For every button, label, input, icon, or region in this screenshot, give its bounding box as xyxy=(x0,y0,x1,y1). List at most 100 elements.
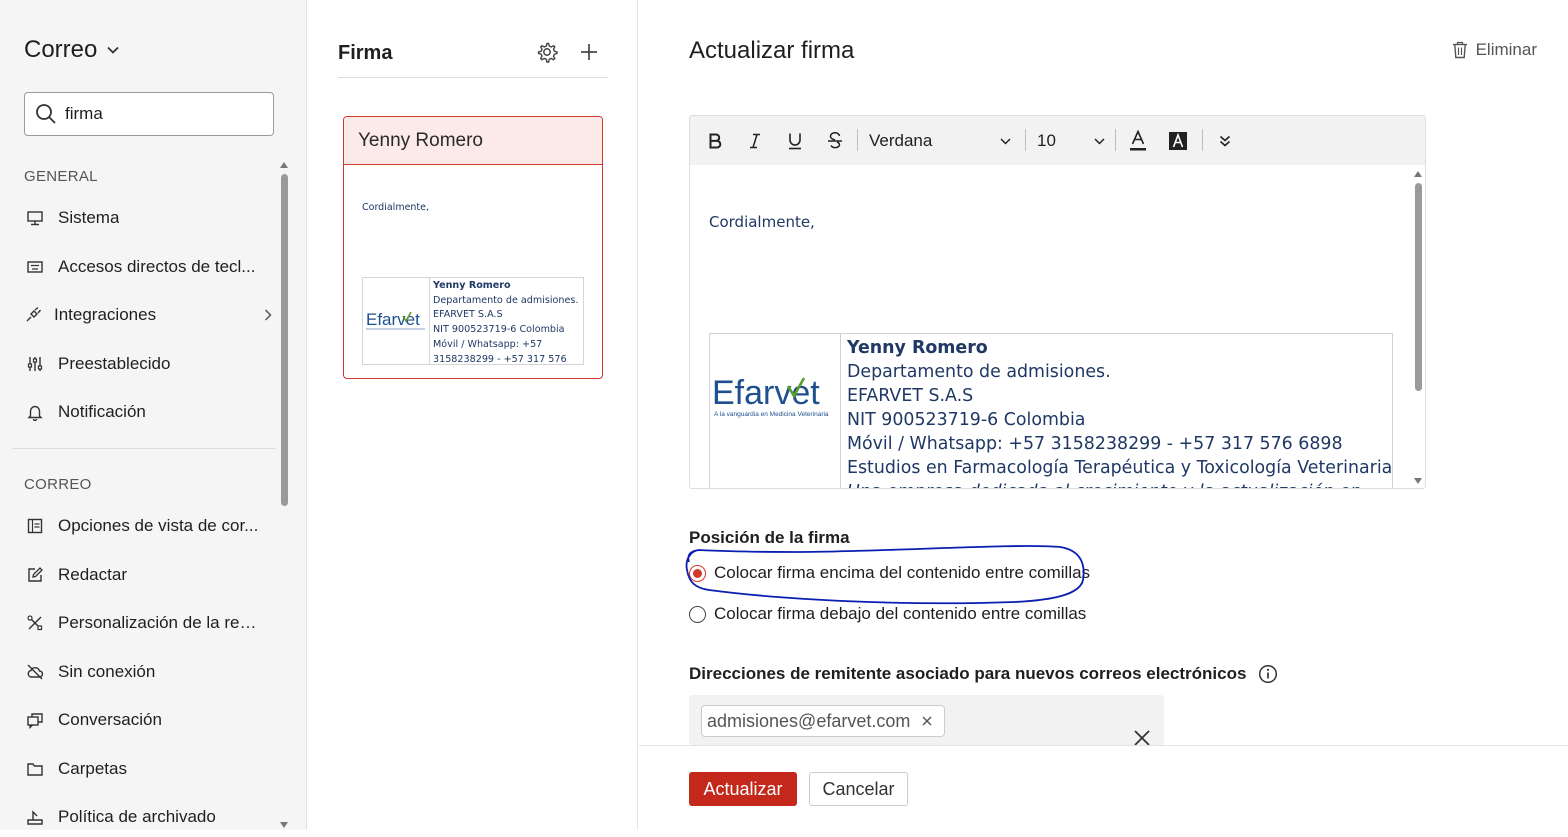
italic-button[interactable] xyxy=(742,128,768,154)
plug-icon xyxy=(24,304,42,326)
bold-button[interactable] xyxy=(702,128,728,154)
sidebar-item-integrations[interactable]: Integraciones xyxy=(24,295,274,335)
layout-icon xyxy=(24,515,46,537)
sig-line: EFARVET S.A.S xyxy=(847,386,974,406)
sidebar-item-label: Conversación xyxy=(58,710,162,729)
sidebar-item-label: Integraciones xyxy=(54,305,157,324)
editor-content-area[interactable]: Cordialmente, Efarvet A la vanguardia en… xyxy=(690,165,1414,488)
preview-sig-line: NIT 900523719-6 Colombia xyxy=(433,324,565,336)
preview-signature-block: Efarvet Yenny Romero Departamento de adm… xyxy=(362,277,584,365)
sender-address-chip[interactable]: admisiones@efarvet.com xyxy=(701,705,946,737)
signature-card[interactable]: Yenny Romero Cordialmente, Efarvet Yenny… xyxy=(343,116,603,379)
sidebar-item-offline[interactable]: Sin conexión xyxy=(24,652,274,692)
editor-signature-block: Efarvet A la vanguardia en Medicina Vete… xyxy=(709,333,1393,488)
sidebar-item-label: Redactar xyxy=(58,565,127,584)
sidebar-item-compose[interactable]: Redactar xyxy=(24,555,274,595)
logo-text: Efarvet xyxy=(366,310,420,329)
sidebar-item-notifications[interactable]: Notificación xyxy=(24,392,274,432)
sidebar-item-folders[interactable]: Carpetas xyxy=(24,749,274,789)
sidebar-item-label: Accesos directos de tecl... xyxy=(58,257,256,276)
search-input[interactable] xyxy=(65,104,255,124)
more-tools-button[interactable] xyxy=(1212,128,1238,154)
correo-section-header: CORREO xyxy=(24,476,92,493)
signature-card-preview: Cordialmente, Efarvet Yenny Romero Depar… xyxy=(344,165,602,378)
signature-list-panel: Firma Yenny Romero Cordialmente, Efarvet xyxy=(308,0,638,830)
signature-list-header: Firma xyxy=(338,36,608,78)
preview-sig-line: Yenny Romero xyxy=(433,280,511,291)
keyboard-icon xyxy=(24,256,46,278)
delete-label: Eliminar xyxy=(1475,40,1537,59)
sidebar-item-sistema[interactable]: Sistema xyxy=(24,198,274,238)
app-switcher[interactable]: Correo xyxy=(24,36,119,64)
sidebar-item-label: Notificación xyxy=(58,402,146,421)
strikethrough-button[interactable] xyxy=(822,128,848,154)
sidebar-item-conversation[interactable]: Conversación xyxy=(24,700,274,740)
monitor-icon xyxy=(24,207,46,229)
compose-icon xyxy=(24,564,46,586)
trash-icon xyxy=(1452,41,1468,59)
scrollbar-thumb[interactable] xyxy=(1415,183,1422,391)
gear-icon[interactable] xyxy=(536,41,558,63)
scroll-up-arrow-icon[interactable] xyxy=(1414,171,1422,177)
scroll-down-arrow-icon[interactable] xyxy=(280,822,288,828)
sig-line: Móvil / Whatsapp: +57 3158238299 - +57 3… xyxy=(847,434,1343,454)
chevron-right-icon xyxy=(264,309,272,321)
preview-sig-line: Móvil / Whatsapp: +57 xyxy=(433,338,543,350)
sender-addresses-field[interactable]: admisiones@efarvet.com xyxy=(689,695,1164,746)
sig-line: Departamento de admisiones. xyxy=(847,362,1111,382)
chevron-down-icon xyxy=(1094,137,1105,145)
sender-addresses-label: Direcciones de remitente asociado para n… xyxy=(689,664,1278,684)
signature-editor-panel: Actualizar firma Eliminar Verdana 10 Cor… xyxy=(639,0,1568,830)
sidebar-item-presets[interactable]: Preestablecido xyxy=(24,344,274,384)
efarvet-logo: Efarvet A la vanguardia en Medicina Vete… xyxy=(710,334,841,488)
folder-icon xyxy=(24,758,46,780)
toolbar-separator xyxy=(1115,129,1116,151)
signature-card-name: Yenny Romero xyxy=(344,117,602,165)
chevron-down-icon xyxy=(1000,137,1011,145)
delete-button[interactable]: Eliminar xyxy=(1452,40,1537,60)
sig-name: Yenny Romero xyxy=(847,338,988,358)
efarvet-logo: Efarvet xyxy=(363,278,430,364)
conversation-icon xyxy=(24,709,46,731)
settings-search[interactable] xyxy=(24,92,274,136)
font-family-select[interactable]: Verdana xyxy=(869,128,1011,154)
sidebar-item-shortcuts[interactable]: Accesos directos de tecl... xyxy=(24,247,274,287)
sidebar-item-label: Sistema xyxy=(58,208,120,227)
cancel-button[interactable]: Cancelar xyxy=(809,772,908,806)
toolbar-separator xyxy=(857,129,858,151)
bell-icon xyxy=(24,401,46,423)
settings-sidebar: Correo GENERAL Sistema Accesos directos … xyxy=(0,0,307,830)
highlight-color-button[interactable] xyxy=(1165,128,1191,154)
cloud-off-icon xyxy=(24,661,46,683)
page-title: Actualizar firma xyxy=(689,37,855,64)
sidebar-divider xyxy=(12,448,276,449)
editor-signature-text: Yenny Romero Departamento de admisiones.… xyxy=(841,334,1398,488)
font-family-value: Verdana xyxy=(869,131,933,150)
text-color-button[interactable] xyxy=(1125,128,1151,154)
signature-list-title: Firma xyxy=(338,42,393,64)
logo-tagline: A la vanguardia en Medicina Veterinaria xyxy=(714,411,829,418)
underline-button[interactable] xyxy=(782,128,808,154)
scroll-up-arrow-icon[interactable] xyxy=(280,162,288,168)
search-icon xyxy=(35,103,57,125)
font-size-select[interactable]: 10 xyxy=(1037,128,1105,154)
add-signature-button[interactable] xyxy=(578,41,600,63)
scrollbar-thumb[interactable] xyxy=(281,174,288,506)
update-button[interactable]: Actualizar xyxy=(689,772,797,806)
sig-line: Estudios en Farmacología Terapéutica y T… xyxy=(847,458,1393,478)
editor-toolbar: Verdana 10 xyxy=(690,116,1425,165)
scroll-down-arrow-icon[interactable] xyxy=(1414,478,1422,484)
sidebar-item-archive-policy[interactable]: Política de archivado xyxy=(24,797,274,837)
font-size-value: 10 xyxy=(1037,131,1056,150)
sidebar-item-customization[interactable]: Personalización de la red... xyxy=(24,603,274,643)
sidebar-item-view-options[interactable]: Opciones de vista de cor... xyxy=(24,506,274,546)
remove-chip-icon[interactable] xyxy=(922,716,932,726)
sig-line: Una empresa dedicada al crecimiento y la… xyxy=(847,480,1392,488)
sidebar-item-label: Sin conexión xyxy=(58,662,156,681)
info-icon[interactable] xyxy=(1258,664,1278,684)
general-section-header: GENERAL xyxy=(24,168,98,185)
sidebar-scrollbar[interactable] xyxy=(280,162,288,828)
app-title: Correo xyxy=(24,36,98,63)
sliders-icon xyxy=(24,353,46,375)
editor-scrollbar[interactable] xyxy=(1412,165,1425,488)
